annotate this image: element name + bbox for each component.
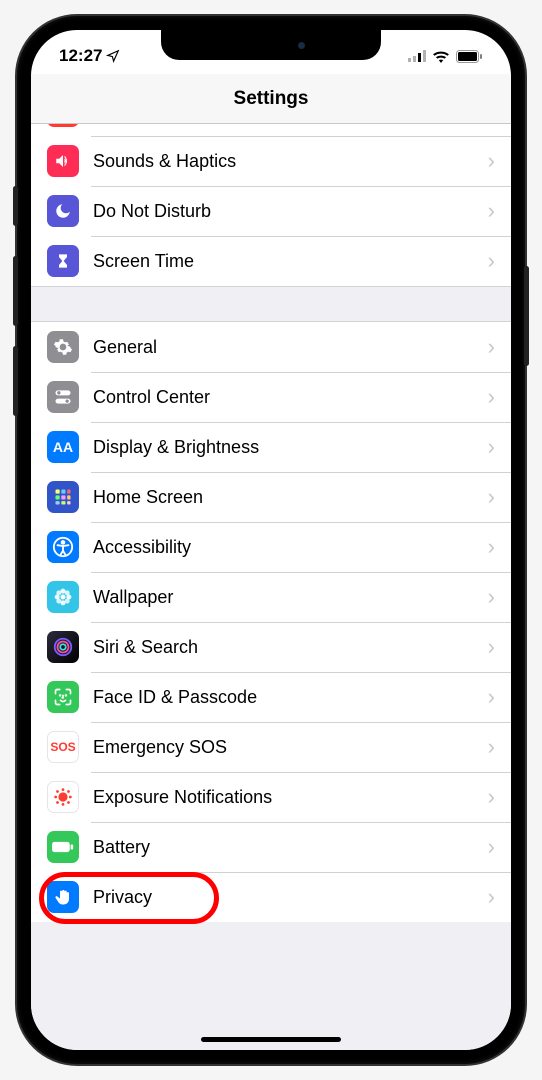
toggles-icon [47, 381, 79, 413]
label-screentime: Screen Time [79, 251, 488, 272]
chevron-right-icon: › [488, 834, 495, 860]
label-sos: Emergency SOS [79, 737, 488, 758]
label-wallpaper: Wallpaper [79, 587, 488, 608]
flower-icon [47, 581, 79, 613]
row-dnd[interactable]: Do Not Disturb › [31, 186, 511, 236]
chevron-right-icon: › [488, 434, 495, 460]
mute-switch [13, 186, 18, 226]
settings-group-2: General › Control Center › AA Display & … [31, 322, 511, 922]
hand-icon [47, 881, 79, 913]
row-privacy[interactable]: Privacy › [31, 872, 511, 922]
chevron-right-icon: › [488, 484, 495, 510]
phone-frame: 12:27 [17, 16, 525, 1064]
label-homescreen: Home Screen [79, 487, 488, 508]
grid-icon [47, 481, 79, 513]
chevron-right-icon: › [488, 334, 495, 360]
nav-header: Settings [31, 74, 511, 124]
label-general: General [79, 337, 488, 358]
wifi-icon [432, 50, 450, 63]
row-display[interactable]: AA Display & Brightness › [31, 422, 511, 472]
row-exposure[interactable]: Exposure Notifications › [31, 772, 511, 822]
label-controlcenter: Control Center [79, 387, 488, 408]
chevron-right-icon: › [488, 634, 495, 660]
group-separator [31, 286, 511, 322]
row-faceid[interactable]: Face ID & Passcode › [31, 672, 511, 722]
chevron-right-icon: › [488, 784, 495, 810]
home-indicator[interactable] [201, 1037, 341, 1042]
battery-setting-icon [47, 831, 79, 863]
screen: 12:27 [31, 30, 511, 1050]
battery-icon [456, 50, 483, 63]
speaker-icon [47, 145, 79, 177]
label-exposure: Exposure Notifications [79, 787, 488, 808]
settings-list[interactable]: Notifications › Sounds & Haptics › Do No… [31, 124, 511, 1050]
row-controlcenter[interactable]: Control Center › [31, 372, 511, 422]
label-dnd: Do Not Disturb [79, 201, 488, 222]
status-time: 12:27 [59, 46, 102, 66]
chevron-right-icon: › [488, 384, 495, 410]
chevron-right-icon: › [488, 684, 495, 710]
virus-icon [47, 781, 79, 813]
row-battery[interactable]: Battery › [31, 822, 511, 872]
label-display: Display & Brightness [79, 437, 488, 458]
row-screentime[interactable]: Screen Time › [31, 236, 511, 286]
hourglass-icon [47, 245, 79, 277]
row-siri[interactable]: Siri & Search › [31, 622, 511, 672]
person-circle-icon [47, 531, 79, 563]
bell-icon [47, 124, 79, 127]
label-battery: Battery [79, 837, 488, 858]
notch [161, 30, 381, 60]
row-notifications[interactable]: Notifications › [31, 124, 511, 136]
label-privacy: Privacy [79, 887, 488, 908]
row-homescreen[interactable]: Home Screen › [31, 472, 511, 522]
row-sos[interactable]: SOS Emergency SOS › [31, 722, 511, 772]
chevron-right-icon: › [488, 584, 495, 610]
volume-down [13, 346, 18, 416]
signal-icon [408, 50, 426, 62]
row-general[interactable]: General › [31, 322, 511, 372]
volume-up [13, 256, 18, 326]
row-wallpaper[interactable]: Wallpaper › [31, 572, 511, 622]
chevron-right-icon: › [488, 884, 495, 910]
siri-icon [47, 631, 79, 663]
page-title: Settings [234, 88, 309, 110]
settings-group-1: Notifications › Sounds & Haptics › Do No… [31, 124, 511, 286]
power-button [524, 266, 529, 366]
label-faceid: Face ID & Passcode [79, 687, 488, 708]
location-arrow-icon [106, 49, 120, 63]
label-siri: Siri & Search [79, 637, 488, 658]
row-accessibility[interactable]: Accessibility › [31, 522, 511, 572]
chevron-right-icon: › [488, 198, 495, 224]
chevron-right-icon: › [488, 248, 495, 274]
label-sounds: Sounds & Haptics [79, 151, 488, 172]
sos-icon: SOS [47, 731, 79, 763]
label-accessibility: Accessibility [79, 537, 488, 558]
chevron-right-icon: › [488, 734, 495, 760]
faceid-icon [47, 681, 79, 713]
row-sounds[interactable]: Sounds & Haptics › [31, 136, 511, 186]
moon-icon [47, 195, 79, 227]
chevron-right-icon: › [488, 148, 495, 174]
chevron-right-icon: › [488, 534, 495, 560]
gear-icon [47, 331, 79, 363]
aa-icon: AA [47, 431, 79, 463]
